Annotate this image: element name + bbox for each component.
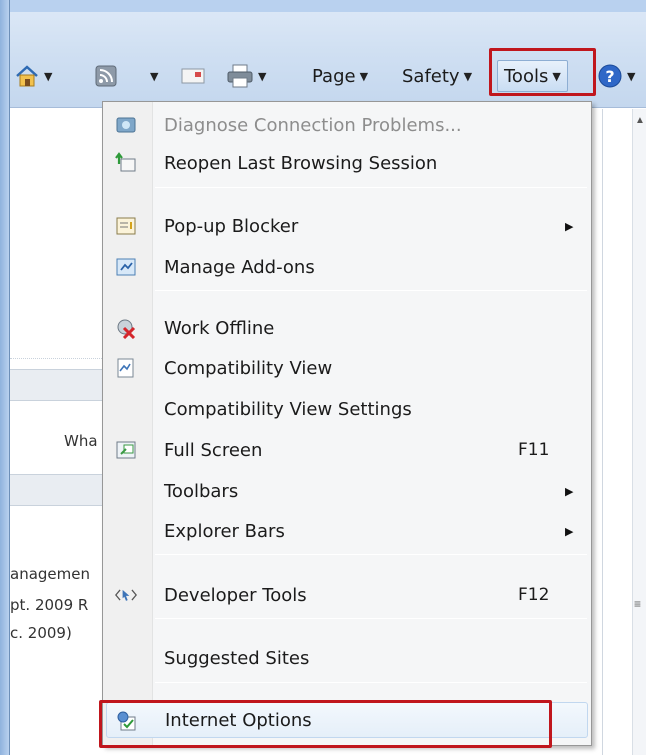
menu-item-internet-options[interactable]: Internet Options: [106, 702, 588, 738]
feeds-button[interactable]: [94, 62, 118, 90]
menu-separator: [155, 290, 587, 291]
menu-item-label: Explorer Bars: [164, 520, 285, 542]
menu-item-label: Internet Options: [165, 709, 312, 731]
page-menu-label: Page: [312, 65, 356, 87]
menu-separator: [155, 618, 587, 619]
window-left-border: [0, 0, 10, 755]
menu-item-suggested-sites[interactable]: Suggested Sites: [103, 640, 591, 676]
page-band: [10, 474, 106, 506]
developer-tools-icon: [115, 584, 137, 606]
menu-item-label: Pop-up Blocker: [164, 215, 299, 237]
menu-separator: [155, 554, 587, 555]
home-dropdown-icon[interactable]: ▼: [44, 70, 52, 83]
internet-options-icon: [116, 710, 138, 732]
page-text-fragment: Wha: [64, 432, 98, 450]
menu-item-work-offline[interactable]: Work Offline: [103, 310, 591, 346]
home-icon: [16, 65, 38, 87]
menu-item-label: Compatibility View Settings: [164, 398, 412, 420]
submenu-arrow-icon: ▶: [565, 525, 574, 538]
menu-item-toolbars[interactable]: Toolbars ▶: [103, 473, 591, 509]
menu-item-label: Manage Add-ons: [164, 256, 315, 278]
shortcut-label: F11: [518, 440, 550, 460]
tools-dropdown-icon: ▼: [552, 69, 561, 83]
reopen-session-icon: [115, 152, 137, 174]
safety-dropdown-icon: ▼: [463, 69, 473, 83]
submenu-arrow-icon: ▶: [565, 485, 574, 498]
svg-text:?: ?: [605, 67, 614, 86]
feeds-dropdown-icon: ▼: [150, 69, 159, 83]
menu-item-developer-tools[interactable]: Developer Tools F12: [103, 577, 591, 613]
print-icon: [227, 64, 253, 88]
page-text-fragment: c. 2009): [10, 624, 72, 642]
feeds-dropdown[interactable]: ▼: [150, 62, 158, 90]
command-bar: ▼ ▼ ▼ Page ▼ Safety ▼ Tools ▼ ? ▼: [10, 12, 646, 108]
addons-icon: [115, 256, 137, 278]
work-offline-icon: [115, 317, 137, 339]
menu-item-reopen-session[interactable]: Reopen Last Browsing Session: [103, 145, 591, 181]
rss-feed-icon: [95, 65, 117, 87]
compatibility-view-icon: [115, 357, 137, 379]
scroll-up-arrow-icon[interactable]: ▲: [635, 115, 645, 126]
mail-icon: [181, 68, 205, 84]
page-header-area: [10, 109, 106, 359]
print-button[interactable]: ▼: [226, 62, 266, 90]
popup-blocker-icon: [115, 215, 137, 237]
menu-item-manage-addons[interactable]: Manage Add-ons: [103, 249, 591, 285]
menu-separator: [155, 682, 587, 683]
menu-item-label: Diagnose Connection Problems...: [164, 114, 462, 136]
tools-menu-label: Tools: [504, 65, 549, 87]
shortcut-label: F12: [518, 585, 550, 605]
tools-dropdown-menu: Diagnose Connection Problems... Reopen L…: [102, 101, 592, 746]
window-top-border: [0, 0, 646, 12]
page-menu-button[interactable]: Page ▼: [312, 62, 368, 90]
menu-item-label: Suggested Sites: [164, 647, 310, 669]
home-button[interactable]: ▼: [14, 62, 52, 90]
menu-item-compatibility-view-settings[interactable]: Compatibility View Settings: [103, 391, 591, 427]
menu-separator: [155, 187, 587, 188]
page-text-fragment: anagemen: [10, 565, 90, 583]
mail-button[interactable]: [180, 62, 206, 90]
page-dropdown-icon: ▼: [359, 69, 369, 83]
menu-item-compatibility-view[interactable]: Compatibility View: [103, 350, 591, 386]
print-dropdown-icon[interactable]: ▼: [258, 70, 266, 83]
menu-item-label: Compatibility View: [164, 357, 333, 379]
menu-item-label: Reopen Last Browsing Session: [164, 152, 438, 174]
menu-item-label: Full Screen: [164, 439, 263, 461]
submenu-arrow-icon: ▶: [565, 220, 574, 233]
menu-item-diagnose-connection[interactable]: Diagnose Connection Problems...: [103, 107, 591, 143]
full-screen-icon: [115, 439, 137, 461]
scrollbar[interactable]: ▲ ≡: [632, 109, 646, 755]
page-text-fragment: pt. 2009 R: [10, 596, 89, 614]
scroll-grip-icon[interactable]: ≡: [634, 597, 641, 611]
tools-menu-button[interactable]: Tools ▼: [497, 60, 568, 92]
diagnose-icon: [115, 114, 137, 136]
help-icon: ?: [598, 64, 622, 88]
menu-item-popup-blocker[interactable]: Pop-up Blocker ▶: [103, 208, 591, 244]
safety-menu-label: Safety: [402, 65, 460, 87]
menu-item-explorer-bars[interactable]: Explorer Bars ▶: [103, 513, 591, 549]
safety-menu-button[interactable]: Safety ▼: [402, 62, 472, 90]
help-button[interactable]: ? ▼: [597, 62, 635, 90]
menu-item-label: Toolbars: [164, 480, 239, 502]
menu-item-label: Work Offline: [164, 317, 275, 339]
menu-item-label: Developer Tools: [164, 584, 307, 606]
page-band: [10, 369, 106, 401]
help-dropdown-icon[interactable]: ▼: [627, 70, 635, 83]
menu-item-full-screen[interactable]: Full Screen F11: [103, 432, 591, 468]
